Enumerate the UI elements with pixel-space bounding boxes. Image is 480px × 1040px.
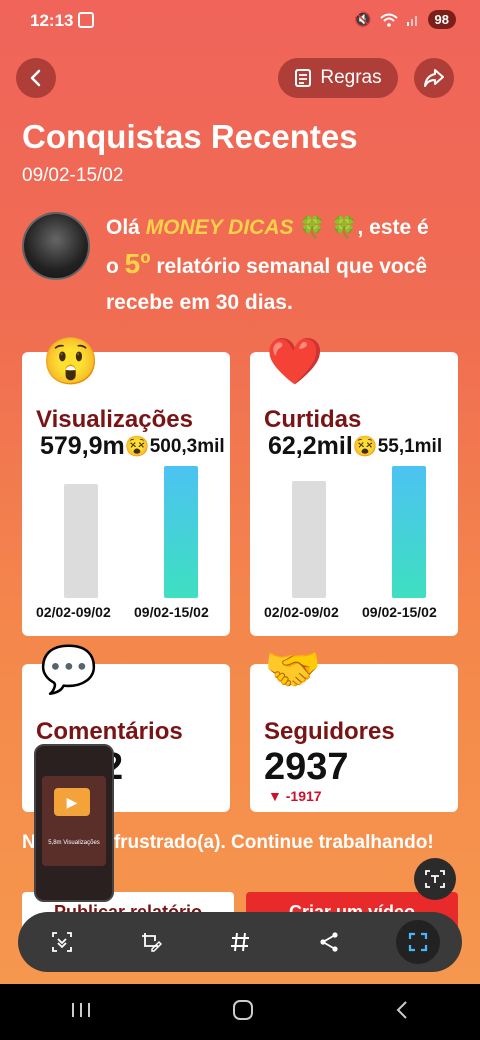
handshake-icon: 🤝 — [264, 643, 322, 695]
rules-button[interactable]: Regras — [278, 58, 398, 98]
recent-apps-button[interactable] — [70, 1001, 92, 1024]
hashtag-icon — [230, 932, 249, 952]
dizzy-face-icon: 😵 — [352, 436, 378, 458]
heart-icon: ❤️ — [266, 335, 324, 387]
report-number: 5º — [124, 248, 151, 279]
crop-edit-icon — [142, 933, 163, 952]
views-previous: 500,3mil — [149, 435, 225, 457]
home-icon — [233, 999, 253, 1020]
battery-indicator: 98 — [427, 10, 456, 29]
likes-label-previous: 02/02-09/02 — [264, 604, 339, 620]
views-label-current: 09/02-15/02 — [134, 604, 209, 620]
share-screenshot-button[interactable] — [307, 920, 351, 964]
share-icon — [320, 932, 338, 952]
likes-label-current: 09/02-15/02 — [362, 604, 437, 620]
followers-card: 🤝 Seguidores 2937 ▼ -1917 — [250, 646, 458, 812]
clover-emoji: 🍀 🍀 — [299, 216, 358, 239]
signal-icon — [406, 15, 417, 26]
speech-bubble-icon: 💬 — [40, 643, 98, 695]
hashtag-button[interactable] — [218, 920, 262, 964]
status-icons: 🔇 98 — [354, 10, 456, 29]
date-range: 09/02-15/02 — [22, 165, 124, 186]
recent-apps-icon — [72, 1002, 90, 1017]
system-back-button[interactable] — [394, 1000, 410, 1025]
views-card: 😲 Visualizações 579,9m 😵 500,3mil 02/02-… — [22, 338, 230, 636]
likes-card: ❤️ Curtidas 62,2mil 😵 55,1mil 02/02-09/0… — [250, 338, 458, 636]
screenshot-toolbar — [18, 912, 462, 972]
document-icon — [295, 69, 312, 87]
greeting-prefix: Olá — [106, 216, 146, 239]
status-time: 12:13 — [30, 11, 74, 30]
views-current: 579,9m — [40, 432, 125, 460]
views-title: Visualizações — [36, 406, 193, 433]
scroll-capture-icon — [52, 932, 73, 952]
dizzy-face-icon: 😵 — [124, 436, 150, 458]
comments-title: Comentários — [36, 718, 183, 745]
likes-bar-previous — [292, 481, 326, 598]
scroll-capture-button[interactable] — [40, 920, 84, 964]
likes-values: 62,2mil 😵 55,1mil — [268, 432, 442, 461]
system-nav-bar — [0, 984, 480, 1040]
rules-label: Regras — [320, 67, 382, 88]
screenshot-thumbnail[interactable]: ▶ 5,8m Visualizações — [34, 744, 114, 902]
wifi-icon — [379, 13, 398, 27]
thumbnail-caption: 5,8m Visualizações — [48, 840, 100, 846]
share-arrow-icon — [424, 69, 444, 87]
edit-button[interactable] — [129, 920, 173, 964]
mute-icon: 🔇 — [354, 11, 372, 27]
views-values: 579,9m 😵 500,3mil — [40, 432, 225, 461]
smart-select-icon — [408, 932, 427, 952]
chevron-left-icon — [30, 69, 41, 87]
followers-title: Seguidores — [264, 718, 395, 745]
likes-bar-current — [392, 466, 426, 598]
back-icon — [396, 1000, 407, 1019]
views-label-previous: 02/02-09/02 — [36, 604, 111, 620]
likes-previous: 55,1mil — [377, 435, 443, 457]
surprised-face-icon: 😲 — [42, 335, 100, 387]
likes-title: Curtidas — [264, 406, 362, 433]
username: MONEY DICAS — [145, 216, 294, 239]
screen-record-icon — [78, 12, 94, 28]
text-scan-icon — [425, 870, 445, 888]
smart-select-button[interactable] — [395, 920, 440, 964]
views-bar-previous — [64, 484, 98, 598]
play-icon: ▶ — [54, 788, 90, 816]
views-bar-current — [164, 466, 198, 598]
greeting-text: Olá MONEY DICAS 🍀 🍀, este é o 5º relatór… — [106, 210, 446, 321]
back-button[interactable] — [16, 58, 56, 98]
status-bar: 12:13 🔇 98 — [0, 0, 480, 44]
likes-current: 62,2mil — [268, 432, 353, 460]
share-button[interactable] — [414, 58, 454, 98]
avatar — [22, 212, 90, 280]
page-title: Conquistas Recentes — [22, 118, 358, 155]
followers-change: ▼ -1917 — [268, 788, 322, 804]
home-button[interactable] — [232, 999, 254, 1026]
greeting-suffix: relatório semanal que você recebe em 30 … — [106, 255, 428, 314]
followers-value: 2937 — [264, 746, 349, 788]
extract-text-button[interactable] — [414, 858, 456, 900]
